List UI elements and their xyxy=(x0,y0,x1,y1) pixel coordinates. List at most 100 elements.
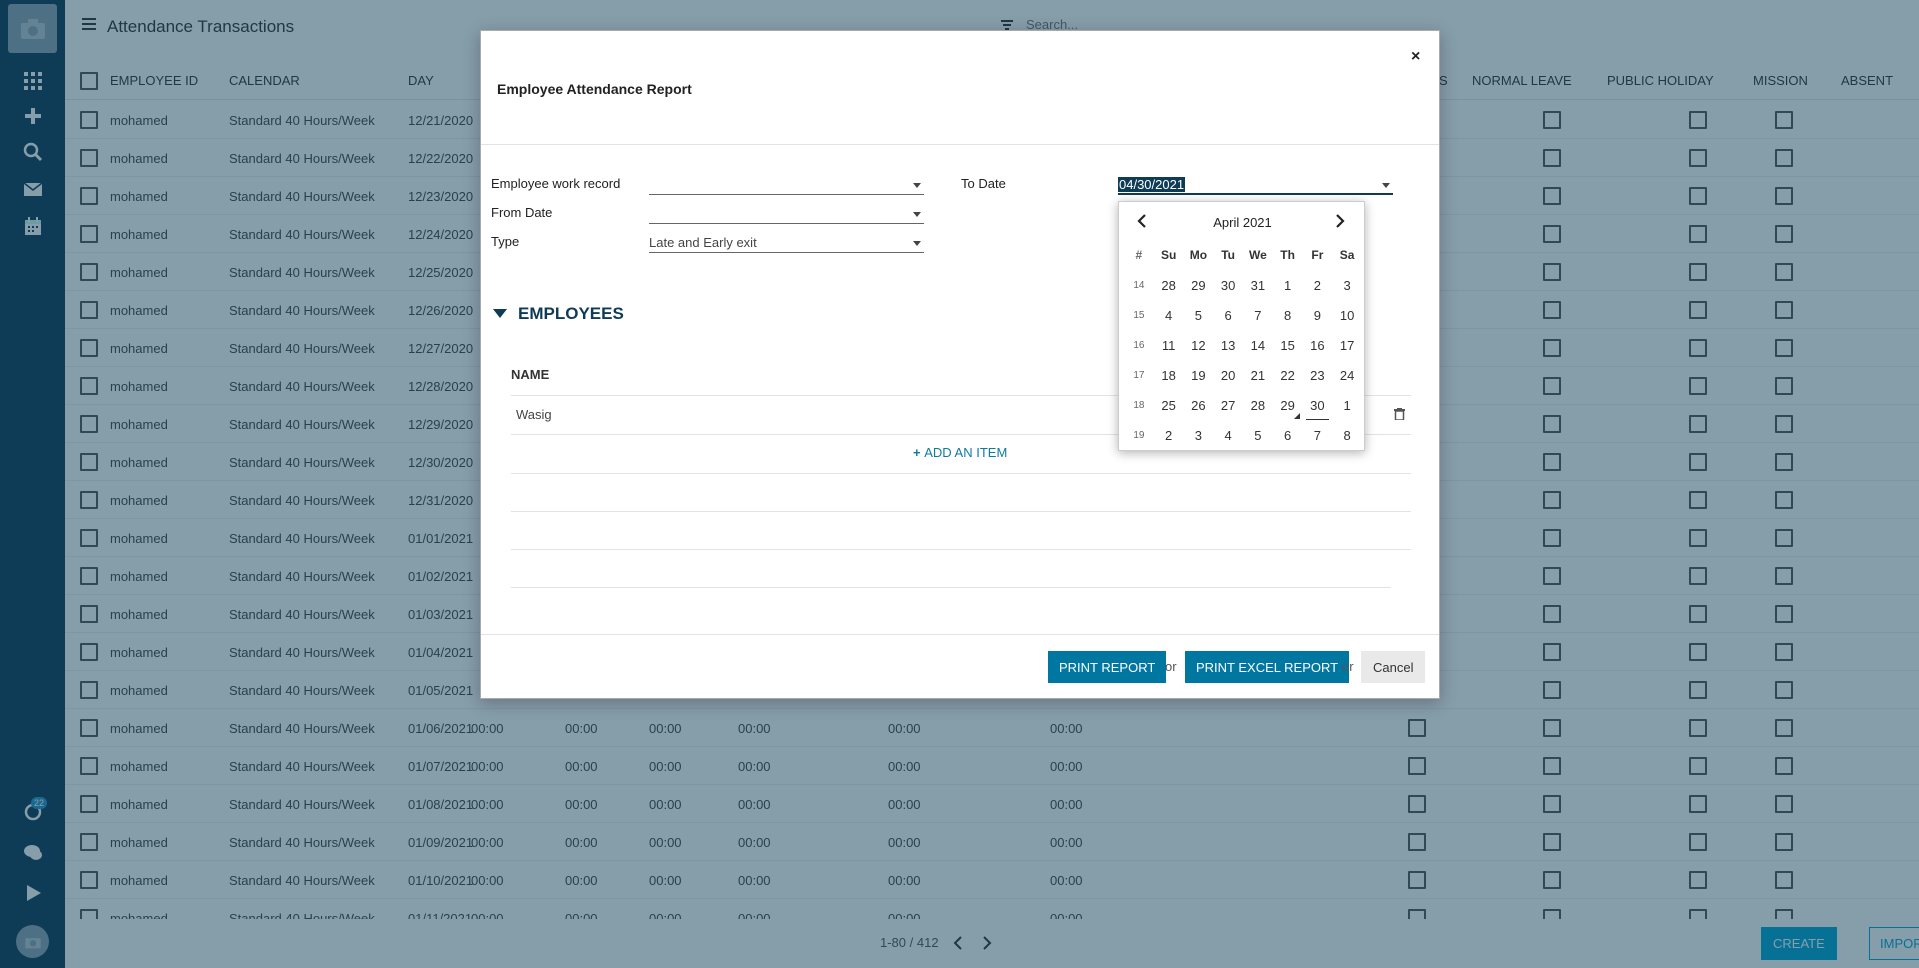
employees-name-header: NAME xyxy=(511,367,550,382)
date-cell[interactable]: 27 xyxy=(1213,398,1243,413)
date-cell[interactable]: 29 xyxy=(1273,398,1303,419)
plus-icon: + xyxy=(913,445,925,460)
date-cell[interactable]: 2 xyxy=(1303,278,1333,293)
date-cell[interactable]: 15 xyxy=(1273,338,1303,353)
week-number: 18 xyxy=(1133,399,1145,411)
date-cell[interactable]: 30 xyxy=(1213,278,1243,293)
to-date-value: 04/30/2021 xyxy=(1118,177,1186,192)
work-record-label: Employee work record xyxy=(491,176,621,191)
trash-icon[interactable] xyxy=(1394,408,1405,420)
date-cell[interactable]: 21 xyxy=(1243,368,1273,383)
print-excel-report-button[interactable]: PRINT EXCEL REPORT xyxy=(1185,651,1350,683)
date-picker-week-row: 19 2 3 4 5 6 7 8 xyxy=(1124,420,1362,450)
weekday-header: Mo xyxy=(1189,248,1208,262)
chevron-down-icon xyxy=(913,183,921,188)
divider xyxy=(511,587,1391,588)
date-picker-month[interactable]: April 2021 xyxy=(1119,215,1366,230)
weekday-header: We xyxy=(1248,248,1267,262)
date-cell[interactable]: 14 xyxy=(1243,338,1273,353)
date-cell[interactable]: 20 xyxy=(1213,368,1243,383)
employees-section-title[interactable]: EMPLOYEES xyxy=(518,304,624,324)
from-date-label: From Date xyxy=(491,205,553,220)
date-cell[interactable]: 12 xyxy=(1184,338,1214,353)
week-number: 15 xyxy=(1133,309,1145,321)
date-cell[interactable]: 4 xyxy=(1213,428,1243,443)
type-label: Type xyxy=(491,234,520,249)
cancel-button[interactable]: Cancel xyxy=(1361,651,1426,683)
weekday-header: Tu xyxy=(1221,248,1236,262)
date-cell[interactable]: 5 xyxy=(1243,428,1273,443)
date-cell[interactable]: 1 xyxy=(1273,278,1303,293)
employee-row-name[interactable]: Wasig xyxy=(516,407,552,422)
divider xyxy=(511,511,1411,512)
date-cell[interactable]: 18 xyxy=(1154,368,1184,383)
date-cell[interactable]: 29 xyxy=(1184,278,1214,293)
date-cell[interactable]: 24 xyxy=(1332,368,1362,383)
weekday-header: Fr xyxy=(1311,248,1324,262)
from-date-input[interactable] xyxy=(649,202,924,224)
date-picker-week-row: 17 18 19 20 21 22 23 24 xyxy=(1124,360,1362,390)
chevron-down-icon xyxy=(913,212,921,217)
date-cell[interactable]: 6 xyxy=(1213,308,1243,323)
date-cell[interactable]: 28 xyxy=(1243,398,1273,413)
date-cell[interactable]: 28 xyxy=(1154,278,1184,293)
divider xyxy=(511,473,1411,474)
print-report-button[interactable]: PRINT REPORT xyxy=(1048,651,1167,683)
date-picker-week-row: 18 25 26 27 28 29 30 1 xyxy=(1124,390,1362,420)
date-cell[interactable]: 8 xyxy=(1332,428,1362,443)
week-number: 16 xyxy=(1133,339,1145,351)
date-cell[interactable]: 1 xyxy=(1332,398,1362,413)
divider xyxy=(511,549,1411,550)
date-cell[interactable]: 5 xyxy=(1184,308,1214,323)
chevron-right-icon[interactable] xyxy=(1335,214,1345,228)
date-cell[interactable]: 6 xyxy=(1273,428,1303,443)
add-item-label: ADD AN ITEM xyxy=(924,445,1008,460)
date-picker-week-row: 16 11 12 13 14 15 16 17 xyxy=(1124,330,1362,360)
or-separator: or xyxy=(1342,659,1354,674)
date-picker-week-row: 14 28 29 30 31 1 2 3 xyxy=(1124,270,1362,300)
date-cell[interactable]: 16 xyxy=(1303,338,1333,353)
date-cell[interactable]: 7 xyxy=(1303,428,1333,443)
date-cell[interactable]: 13 xyxy=(1213,338,1243,353)
date-cell[interactable]: 25 xyxy=(1154,398,1184,413)
date-cell[interactable]: 7 xyxy=(1243,308,1273,323)
date-cell[interactable]: 2 xyxy=(1154,428,1184,443)
type-select[interactable]: Late and Early exit xyxy=(649,231,924,253)
add-item-link[interactable]: + ADD AN ITEM xyxy=(913,445,1007,460)
date-cell[interactable]: 23 xyxy=(1303,368,1333,383)
date-cell[interactable]: 11 xyxy=(1154,338,1184,353)
chevron-down-icon xyxy=(1382,183,1390,188)
date-picker-popup: April 2021 # Su Mo Tu We Th Fr Sa 14 28 29 30 31 1 2 3 1… xyxy=(1118,201,1365,451)
date-cell[interactable]: 3 xyxy=(1332,278,1362,293)
type-value: Late and Early exit xyxy=(649,235,757,250)
dialog-title: Employee Attendance Report xyxy=(497,81,692,97)
dialog-footer-divider xyxy=(481,634,1439,635)
date-cell[interactable]: 26 xyxy=(1184,398,1214,413)
collapse-caret-icon[interactable] xyxy=(493,309,507,318)
to-date-input[interactable]: 04/30/2021 xyxy=(1118,173,1393,195)
date-cell[interactable]: 10 xyxy=(1332,308,1362,323)
chevron-down-icon xyxy=(913,241,921,246)
or-separator: or xyxy=(1165,659,1177,674)
date-cell[interactable]: 3 xyxy=(1184,428,1214,443)
date-cell[interactable]: 22 xyxy=(1273,368,1303,383)
date-picker-week-row: 15 4 5 6 7 8 9 10 xyxy=(1124,300,1362,330)
work-record-select[interactable] xyxy=(649,173,924,195)
date-cell[interactable]: 17 xyxy=(1332,338,1362,353)
week-number: 19 xyxy=(1133,429,1145,441)
date-picker-weekday-row: # Su Mo Tu We Th Fr Sa xyxy=(1124,240,1362,270)
to-date-label: To Date xyxy=(961,176,1006,191)
weekday-header: # xyxy=(1135,248,1143,262)
weekday-header: Su xyxy=(1160,248,1177,262)
date-cell[interactable]: 31 xyxy=(1243,278,1273,293)
date-cell[interactable]: 8 xyxy=(1273,308,1303,323)
week-number: 17 xyxy=(1133,369,1145,381)
date-cell[interactable]: 4 xyxy=(1154,308,1184,323)
close-icon[interactable]: × xyxy=(1411,48,1420,66)
date-cell[interactable]: 19 xyxy=(1184,368,1214,383)
date-picker-grid: # Su Mo Tu We Th Fr Sa 14 28 29 30 31 1 2 3 15 4 5 6 7 8 9 10 16… xyxy=(1124,240,1362,450)
date-cell[interactable]: 9 xyxy=(1303,308,1333,323)
date-cell[interactable]: 30 xyxy=(1303,398,1333,420)
weekday-header: Sa xyxy=(1339,248,1355,262)
weekday-header: Th xyxy=(1280,248,1295,262)
